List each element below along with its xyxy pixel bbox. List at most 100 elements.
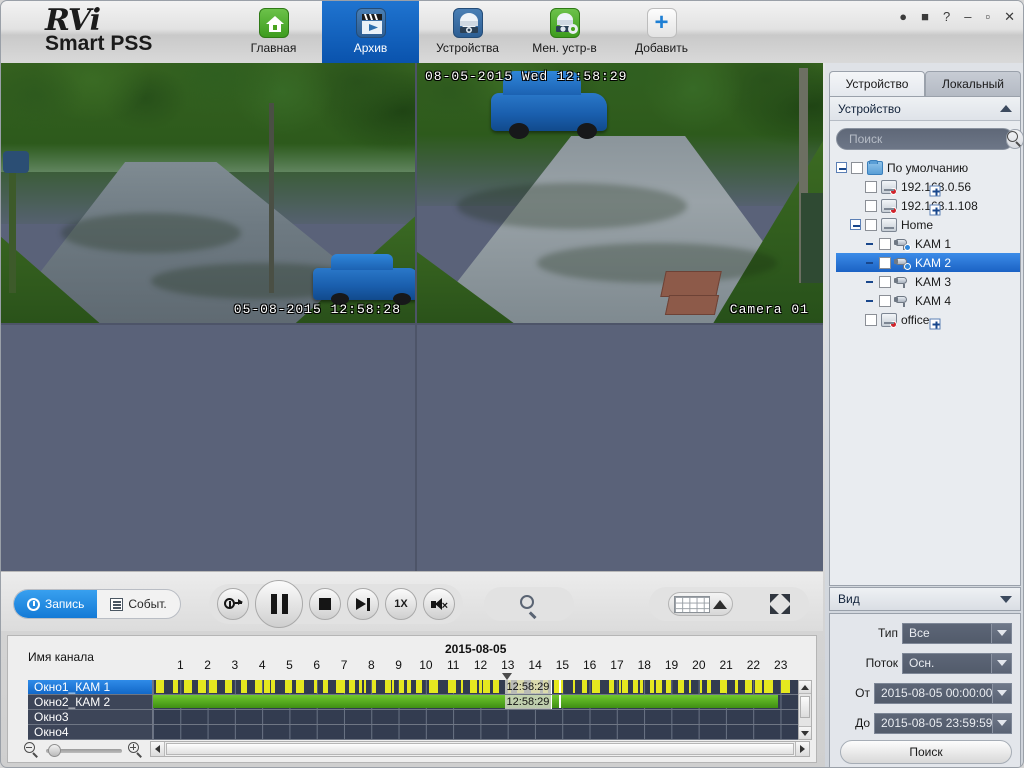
timeline-hour-tick: 23 (774, 658, 788, 672)
mute-button[interactable]: × (423, 588, 455, 620)
chevron-down-icon[interactable] (991, 653, 1011, 673)
device-section-header[interactable]: Устройство (830, 97, 1020, 121)
timeline-row[interactable]: Окно3 (28, 710, 808, 725)
video-cell-1[interactable]: 05-08-2015 12:58:28 (1, 63, 415, 323)
tree-item[interactable]: KAM 2 (836, 253, 1020, 272)
scroll-left-button[interactable] (151, 742, 165, 756)
tree-item-label: KAM 4 (915, 293, 952, 308)
timeline-row-label[interactable]: Окно2_КАМ 2 (28, 695, 153, 710)
nav-item-add[interactable]: + Добавить (613, 1, 710, 63)
minimize-button[interactable]: – (964, 10, 971, 23)
timeline-row[interactable]: Окно1_КАМ 1 12:58:29 (28, 680, 808, 695)
tab-local[interactable]: Локальный (925, 71, 1021, 97)
archive-play-icon (355, 8, 386, 38)
chevron-down-icon[interactable] (991, 623, 1011, 643)
search-submit-button[interactable]: Поиск (840, 740, 1012, 764)
tab-device[interactable]: Устройство (829, 71, 925, 97)
dvr-icon (881, 217, 897, 232)
chevron-up-icon (712, 599, 727, 609)
mode-record-button[interactable]: Запись (14, 590, 98, 618)
chevron-down-icon[interactable] (992, 683, 1011, 703)
timeline-hour-tick: 14 (528, 658, 542, 672)
tree-checkbox[interactable] (879, 237, 891, 250)
zoom-slider-knob[interactable] (48, 744, 61, 757)
timeline-segment (225, 680, 232, 693)
timeline-row[interactable]: Окно2_КАМ 2 12:58:29 (28, 695, 808, 710)
speed-button[interactable]: 1X (385, 588, 417, 620)
nav-item-home[interactable]: Главная (225, 1, 322, 63)
tree-item[interactable]: 192.168.0.56 (836, 177, 1020, 196)
zoom-out-icon[interactable] (24, 742, 40, 758)
digital-zoom-button[interactable] (484, 587, 574, 621)
maximize-button[interactable]: ▫ (985, 10, 990, 23)
tree-checkbox[interactable] (865, 180, 877, 193)
nav-item-device-manager[interactable]: Мен. устр-в (516, 1, 613, 63)
next-frame-button[interactable] (347, 588, 379, 620)
nav-item-devices[interactable]: Устройства (419, 1, 516, 63)
expand-icon[interactable] (929, 318, 941, 329)
tree-checkbox[interactable] (865, 313, 877, 326)
hscroll-thumb[interactable] (166, 743, 794, 755)
expand-icon[interactable] (929, 185, 941, 196)
search-input[interactable] (837, 130, 1006, 148)
timeline-hour-tick: 6 (313, 658, 321, 672)
stop-button[interactable] (309, 588, 341, 620)
to-value: 2015-08-05 23:59:59 (881, 716, 993, 730)
video-cell-2[interactable]: 08-05-2015 Wed 12:58:29 Camera 01 (417, 63, 823, 323)
tree-checkbox[interactable] (851, 161, 863, 174)
expand-icon[interactable] (929, 204, 941, 215)
tree-checkbox[interactable] (879, 256, 891, 269)
to-datetime-field[interactable]: 2015-08-05 23:59:59 (874, 712, 1012, 734)
timeline-track[interactable]: 12:58:29 (153, 695, 808, 710)
timeline-zoom-slider[interactable] (46, 744, 122, 757)
from-datetime-field[interactable]: 2015-08-05 00:00:00 (874, 682, 1012, 704)
timeline-horizontal-scrollbar[interactable] (150, 741, 810, 757)
type-select[interactable]: Все (902, 622, 1012, 644)
tree-item[interactable]: office (836, 310, 1020, 329)
timeline-row-label[interactable]: Окно1_КАМ 1 (28, 680, 153, 695)
timeline-vertical-scrollbar[interactable] (798, 680, 812, 740)
tree-item[interactable]: KAM 3 (836, 272, 1020, 291)
timeline-cursor-marker[interactable] (502, 673, 513, 680)
timeline-hour-tick: 18 (637, 658, 651, 672)
grid-layout-button[interactable] (667, 592, 733, 616)
scroll-right-button[interactable] (795, 742, 809, 756)
timeline-track[interactable]: 12:58:29 (153, 680, 808, 695)
tree-checkbox[interactable] (879, 294, 891, 307)
fullscreen-button[interactable] (770, 594, 791, 614)
help-icon[interactable]: ? (943, 10, 950, 23)
timeline-segment (428, 680, 439, 693)
tree-item[interactable]: Home (836, 215, 1020, 234)
lock-icon[interactable]: ■ (921, 10, 929, 23)
chevron-down-icon[interactable] (992, 713, 1011, 733)
scroll-up-button[interactable] (799, 681, 811, 694)
tree-checkbox[interactable] (865, 199, 877, 212)
close-button[interactable]: ✕ (1004, 10, 1015, 23)
timeline-playhead[interactable] (558, 695, 561, 708)
video-scene-1 (1, 63, 415, 323)
collapse-icon[interactable] (836, 162, 847, 173)
tree-checkbox[interactable] (879, 275, 891, 288)
mode-event-button[interactable]: Событ. (97, 590, 179, 618)
tree-item[interactable]: KAM 1 (836, 234, 1020, 253)
timeline-row-label[interactable]: Окно3 (28, 710, 153, 725)
stream-select[interactable]: Осн. (902, 652, 1012, 674)
timeline-playhead[interactable] (558, 680, 561, 693)
tree-checkbox[interactable] (865, 218, 877, 231)
zoom-in-icon[interactable] (128, 742, 144, 758)
tree-item[interactable]: По умолчанию (836, 158, 1020, 177)
tree-item[interactable]: 192.168.1.108 (836, 196, 1020, 215)
scroll-thumb[interactable] (800, 696, 810, 718)
view-section-header[interactable]: Вид (829, 587, 1021, 611)
timeline-track[interactable] (153, 710, 808, 725)
pause-button[interactable] (255, 580, 303, 628)
timeline-segment (263, 680, 270, 693)
collapse-icon[interactable] (850, 219, 861, 230)
mark-button[interactable] (217, 588, 249, 620)
timeline-time-readout: 12:58:29 (504, 695, 553, 709)
timeline-hour-tick: 15 (555, 658, 570, 672)
tree-item[interactable]: KAM 4 (836, 291, 1020, 310)
search-button[interactable] (1006, 129, 1023, 149)
nav-item-archive[interactable]: Архив (322, 1, 419, 63)
user-icon[interactable]: ● (899, 10, 907, 23)
